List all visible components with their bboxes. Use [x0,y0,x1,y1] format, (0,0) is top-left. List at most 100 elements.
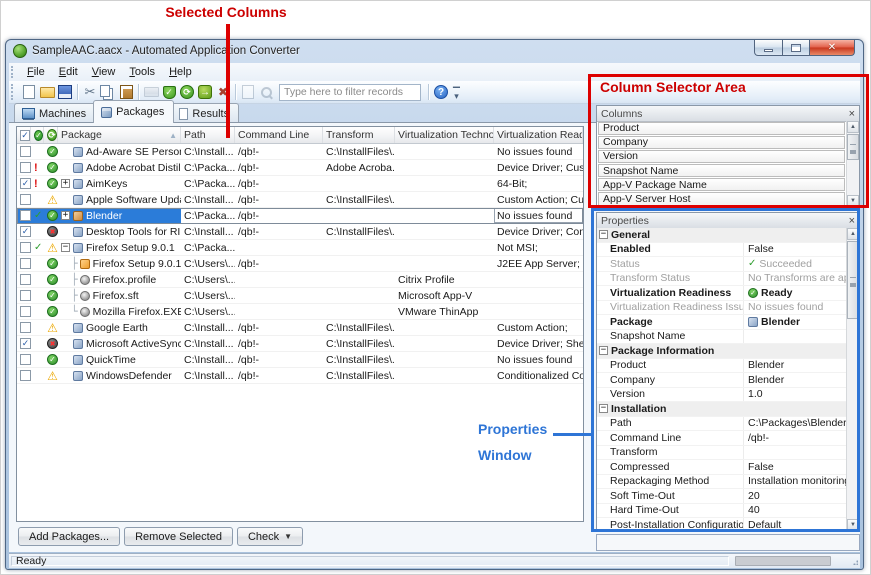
expand-icon[interactable]: + [61,211,70,220]
row-checkbox-cell[interactable] [17,288,31,303]
header-virtualization-readiness[interactable]: Virtualization Readi... [494,127,583,143]
row-checkbox[interactable] [20,194,31,205]
table-row[interactable]: ✓ −Firefox Setup 9.0.1 C:\Packa... Not M… [17,240,583,256]
menubar-grip[interactable] [11,66,17,79]
save-icon[interactable] [56,83,74,101]
tab-packages[interactable]: Packages [93,100,174,123]
row-checkbox-cell[interactable] [17,176,31,191]
toolbar-grip[interactable] [11,84,17,99]
resize-grip[interactable] [850,557,858,565]
table-row[interactable]: ! +AimKeys C:\Packa... /qb!- 64-Bit; [17,176,583,192]
row-checkbox-cell[interactable] [17,160,31,175]
row-checkbox[interactable] [20,306,31,317]
row-checkbox[interactable] [20,274,31,285]
row-package-cell[interactable]: +AimKeys [58,176,181,191]
row-checkbox[interactable] [20,258,31,269]
row-package-cell[interactable]: Google Earth [58,320,181,335]
refresh-icon[interactable] [178,83,196,101]
row-checkbox-cell[interactable] [17,208,31,223]
menu-item[interactable]: View [85,64,123,80]
row-checkbox-cell[interactable] [17,320,31,335]
expand-icon[interactable]: + [61,179,70,188]
table-row[interactable]: Desktop Tools for RIM H... C:\Install...… [17,224,583,240]
document-icon[interactable] [239,83,257,101]
table-row[interactable]: ✓ +Blender C:\Packa... /qb!- No issues f… [17,208,583,224]
header-package[interactable]: Package▲ [58,127,181,143]
tab-machines[interactable]: Machines [14,103,96,123]
row-checkbox[interactable] [20,210,31,221]
row-checkbox[interactable] [20,322,31,333]
print-icon[interactable] [142,83,160,101]
table-row[interactable]: Ad-Aware SE Personal C:\Install... /qb!-… [17,144,583,160]
row-package-cell[interactable]: QuickTime [58,352,181,367]
row-package-cell[interactable]: −Firefox Setup 9.0.1 [58,240,181,255]
row-checkbox-cell[interactable] [17,224,31,239]
open-icon[interactable] [38,83,56,101]
table-row[interactable]: ├Firefox Setup 9.0.1.msi C:\Users\... /q… [17,256,583,272]
menu-item[interactable]: Help [162,64,199,80]
row-checkbox-cell[interactable] [17,272,31,287]
row-package-cell[interactable]: ├Firefox.profile [58,272,181,287]
close-button[interactable]: ✕ [810,40,855,56]
new-document-icon[interactable] [20,83,38,101]
table-row[interactable]: ! Adobe Acrobat Distiller ... C:\Packa..… [17,160,583,176]
row-checkbox[interactable] [20,290,31,301]
row-package-cell[interactable]: Microsoft ActiveSync [58,336,181,351]
row-checkbox-cell[interactable] [17,352,31,367]
row-package-cell[interactable]: +Blender [58,208,181,223]
row-checkbox-cell[interactable] [17,368,31,383]
header-run-column[interactable] [31,127,44,143]
row-checkbox-cell[interactable] [17,304,31,319]
row-package-cell[interactable]: WindowsDefender [58,368,181,383]
row-checkbox[interactable] [20,226,31,237]
header-status-column[interactable] [44,127,58,143]
table-row[interactable]: Apple Software Update C:\Install... /qb!… [17,192,583,208]
check-shield-icon[interactable] [160,83,178,101]
row-checkbox[interactable] [20,354,31,365]
row-checkbox-cell[interactable] [17,256,31,271]
paste-icon[interactable] [117,83,135,101]
row-package-cell[interactable]: Ad-Aware SE Personal [58,144,181,159]
row-checkbox-cell[interactable] [17,336,31,351]
help-icon[interactable] [432,83,450,101]
row-checkbox[interactable] [20,242,31,253]
remove-selected-button[interactable]: Remove Selected [124,527,233,546]
row-checkbox[interactable] [20,370,31,381]
row-package-cell[interactable]: Desktop Tools for RIM H... [58,224,181,239]
find-icon[interactable] [257,83,275,101]
row-package-cell[interactable]: Apple Software Update [58,192,181,207]
table-row[interactable]: Microsoft ActiveSync C:\Install... /qb!-… [17,336,583,352]
header-transform[interactable]: Transform [323,127,395,143]
row-package-cell[interactable]: ├Firefox.sft [58,288,181,303]
table-row[interactable]: QuickTime C:\Install... /qb!- C:\Install… [17,352,583,368]
row-package-cell[interactable]: ├Firefox Setup 9.0.1.msi [58,256,181,271]
minimize-button[interactable] [754,40,783,56]
row-checkbox-cell[interactable] [17,192,31,207]
table-row[interactable]: Google Earth C:\Install... /qb!- C:\Inst… [17,320,583,336]
titlebar[interactable]: SampleAAC.aacx - Automated Application C… [6,40,863,62]
row-checkbox[interactable] [20,146,31,157]
table-row[interactable]: WindowsDefender C:\Install... /qb!- C:\I… [17,368,583,384]
check-button[interactable]: Check▼ [237,527,303,546]
row-checkbox[interactable] [20,162,31,173]
menu-item[interactable]: File [20,64,52,80]
table-row[interactable]: ├Firefox.profile C:\Users\... Citrix Pro… [17,272,583,288]
row-package-cell[interactable]: └Mozilla Firefox.EXE [58,304,181,319]
menu-item[interactable]: Edit [52,64,85,80]
table-row[interactable]: └Mozilla Firefox.EXE C:\Users\... VMware… [17,304,583,320]
filter-records-input[interactable] [279,84,421,101]
copy-icon[interactable] [99,83,117,101]
add-packages-button[interactable]: Add Packages... [18,527,120,546]
row-checkbox[interactable] [20,178,31,189]
row-package-cell[interactable]: Adobe Acrobat Distiller ... [58,160,181,175]
cut-icon[interactable] [81,83,99,101]
header-virtualization-technology[interactable]: Virtualization Technolo... [395,127,494,143]
row-checkbox-cell[interactable] [17,240,31,255]
menu-item[interactable]: Tools [122,64,162,80]
maximize-button[interactable] [783,40,810,56]
expand-icon[interactable]: − [61,243,70,252]
header-command-line[interactable]: Command Line [235,127,323,143]
select-all-checkbox[interactable] [20,130,30,141]
table-row[interactable]: ├Firefox.sft C:\Users\... Microsoft App-… [17,288,583,304]
toolbar-overflow-chevron[interactable]: ▔▾ [453,87,460,98]
